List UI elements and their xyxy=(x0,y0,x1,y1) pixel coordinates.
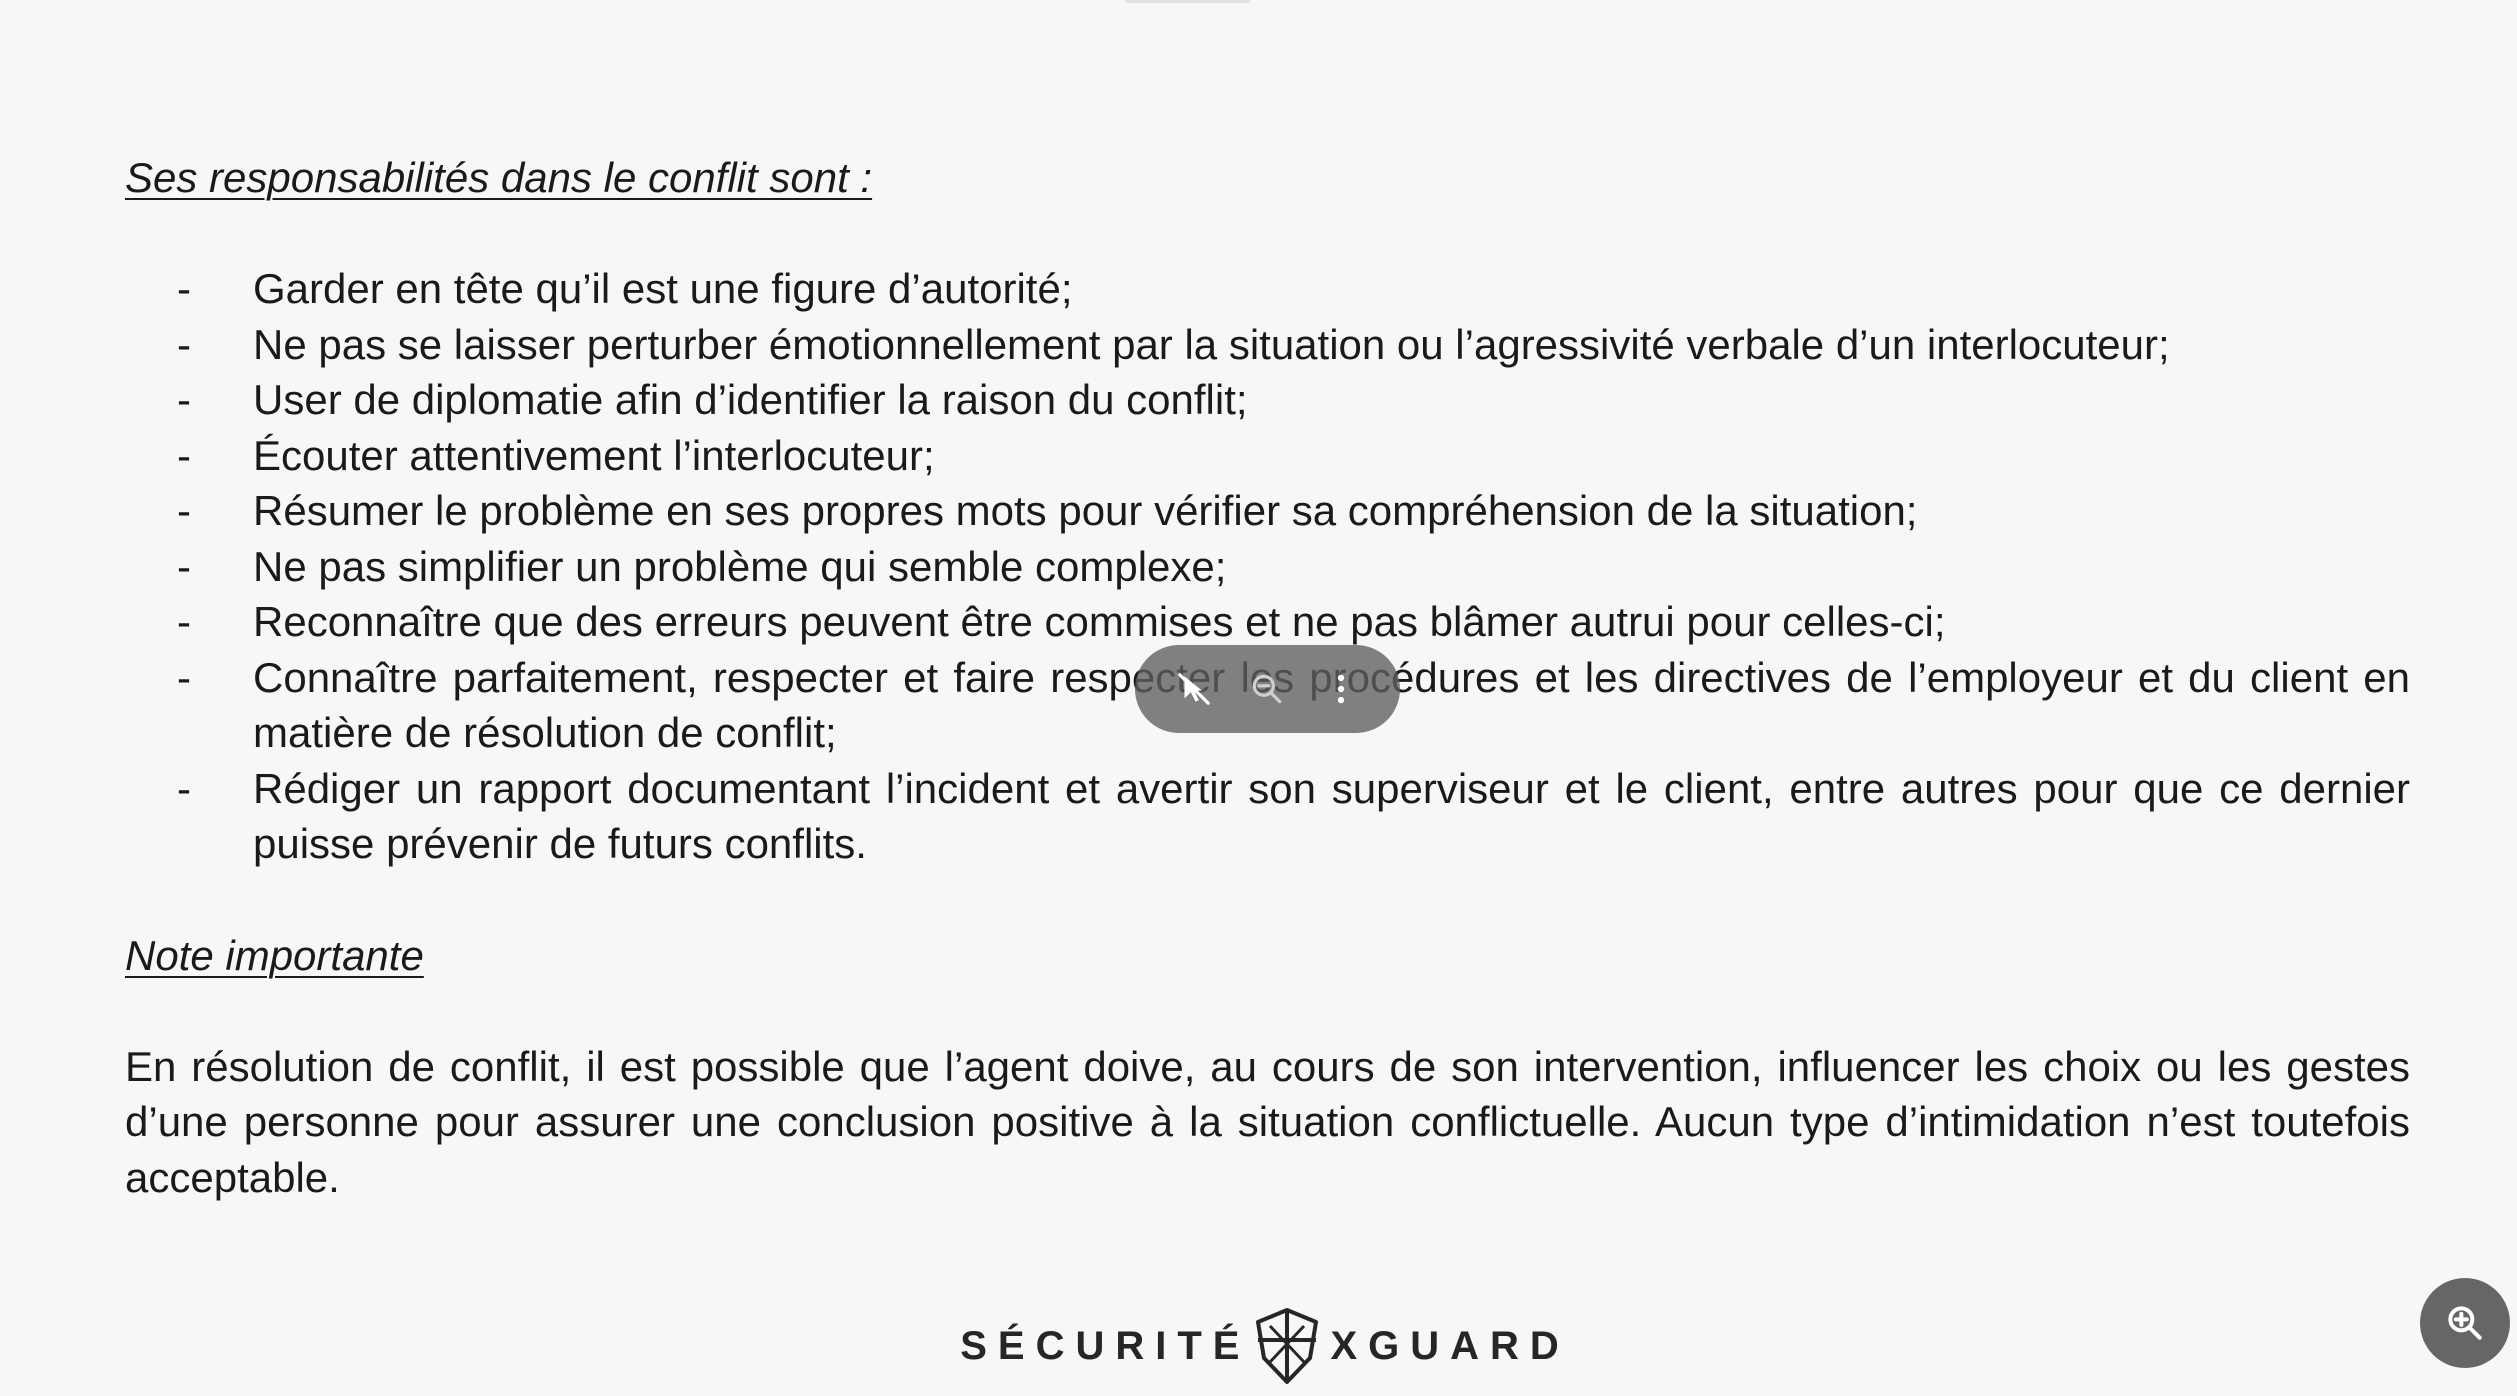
heading-note: Note importante xyxy=(125,931,424,979)
bullet-dash: - xyxy=(177,320,191,368)
more-vertical-icon xyxy=(1337,674,1345,704)
brand-left-text: SÉCURITÉ xyxy=(960,1323,1251,1368)
responsibility-list: - Garder en tête qu’il est une figure d’a… xyxy=(125,261,2410,872)
list-item-text: Rédiger un rapport documentant l’inciden… xyxy=(253,764,2410,868)
list-item: - Écouter attentivement l’interlocuteur; xyxy=(125,428,2410,484)
bullet-dash: - xyxy=(177,431,191,479)
bullet-dash: - xyxy=(177,376,191,423)
bullet-dash: - xyxy=(177,653,191,701)
brand-right-text: XGUARD xyxy=(1330,1323,1570,1368)
bullet-dash: - xyxy=(177,265,191,312)
list-item-text: Reconnaître que des erreurs peuvent être… xyxy=(253,598,1946,645)
list-item: - Ne pas simplifier un problème qui sembl… xyxy=(125,539,2410,595)
zoom-in-icon xyxy=(2448,1306,2482,1340)
bullet-dash: - xyxy=(177,487,191,534)
list-item: - Ne pas se laisser perturber émotionnell… xyxy=(125,317,2410,373)
bullet-dash: - xyxy=(177,598,191,645)
zoom-in-button[interactable] xyxy=(2420,1278,2510,1368)
list-item-text: Ne pas se laisser perturber émotionnelle… xyxy=(253,320,2170,368)
list-item: - Rédiger un rapport documentant l’incide… xyxy=(125,761,2410,872)
pointer-off-icon xyxy=(1177,673,1210,705)
list-item: - Garder en tête qu’il est une figure d’a… xyxy=(125,261,2410,317)
shield-icon xyxy=(1252,1306,1322,1386)
list-item-text: Écouter attentivement l’interlocuteur; xyxy=(253,431,935,479)
heading-responsibilities: Ses responsabilités dans le conflit sont… xyxy=(125,154,873,201)
viewer-toolbar xyxy=(1135,645,1400,733)
zoom-out-icon xyxy=(1253,674,1282,704)
zoom-out-button[interactable] xyxy=(1239,661,1295,717)
pointer-off-button[interactable] xyxy=(1166,661,1222,717)
list-item-text: Résumer le problème en ses propres mots … xyxy=(253,487,1918,534)
list-item: - Reconnaître que des erreurs peuvent êtr… xyxy=(125,594,2410,650)
list-item-text: User de diplomatie afin d’identifier la … xyxy=(253,376,1248,423)
bullet-dash: - xyxy=(177,764,191,812)
more-options-button[interactable] xyxy=(1313,661,1369,717)
list-item: - User de diplomatie afin d’identifier la… xyxy=(125,372,2410,428)
note-paragraph: En résolution de conflit, il est possibl… xyxy=(125,1042,2410,1201)
list-item: - Résumer le problème en ses propres mots… xyxy=(125,483,2410,539)
top-edge-mark xyxy=(1125,0,1250,3)
list-item-text: Garder en tête qu’il est une figure d’au… xyxy=(253,265,1073,312)
footer-logo: SÉCURITÉ XGUARD xyxy=(960,1306,1559,1386)
bullet-dash: - xyxy=(177,542,191,590)
list-item-text: Ne pas simplifier un problème qui semble… xyxy=(253,542,1227,590)
